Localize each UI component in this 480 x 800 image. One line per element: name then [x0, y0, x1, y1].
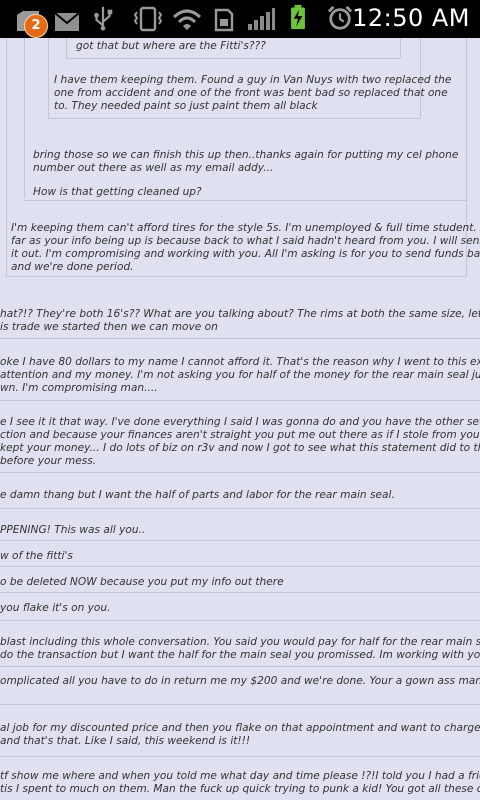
sim-icon [214, 8, 234, 32]
alarm-icon [327, 5, 353, 30]
message-divider [0, 508, 480, 509]
message-line: bring those so we can finish this up the… [33, 149, 459, 161]
message-line: I have them keeping them. Found a guy in… [54, 74, 452, 86]
message-line: before your mess. [0, 455, 97, 467]
message-3: bring those so we can finish this up the… [33, 149, 458, 175]
message-divider [0, 592, 480, 593]
quote-divider [6, 276, 466, 277]
message-divider [0, 566, 480, 567]
message-divider [0, 540, 480, 541]
message-11: w of the fitti's [0, 550, 73, 563]
message-divider [0, 756, 480, 757]
quote-divider [66, 58, 400, 59]
quote-divider [24, 200, 466, 201]
message-line: it out. I'm compromising and working wit… [11, 248, 480, 260]
message-line: is trade we started then we can move on [0, 321, 218, 333]
message-line: attention and my money. I'm not asking y… [0, 369, 480, 381]
quote-border [24, 38, 25, 198]
message-line: oke I have 80 dollars to my name I canno… [0, 356, 480, 368]
vibrate-icon [133, 6, 163, 32]
signal-icon [248, 8, 275, 30]
message-line: ction and because your finances aren't s… [0, 429, 480, 441]
message-divider [0, 704, 480, 705]
message-line: got that but where are the Fitti's??? [76, 40, 266, 52]
message-6: hat?!? They're both 16's?? What are you … [0, 308, 480, 334]
message-14: blast including this whole conversation.… [0, 636, 480, 662]
message-divider [0, 472, 480, 473]
message-divider [0, 338, 480, 339]
quote-border [400, 38, 401, 58]
usb-icon[interactable] [92, 5, 114, 31]
message-16: al job for my discounted price and then … [0, 722, 480, 748]
message-line: o be deleted NOW because you put my info… [0, 576, 284, 588]
message-15: omplicated all you have to do in return … [0, 675, 480, 688]
message-line: hat?!? They're both 16's?? What are you … [0, 308, 480, 320]
message-line: do the transaction but I want the half f… [0, 649, 480, 661]
message-10: PPENING! This was all you.. [0, 524, 145, 537]
message-line: e damn thang but I want the half of part… [0, 489, 395, 501]
message-1: got that but where are the Fitti's??? [76, 40, 266, 53]
message-line: and that's that. Like I said, this weeke… [0, 735, 251, 747]
message-divider [0, 400, 480, 401]
message-line: blast including this whole conversation.… [0, 636, 480, 648]
message-line: tf show me where and when you told me wh… [0, 770, 480, 782]
message-line: wn. I'm compromising man.... [0, 382, 158, 394]
message-line: al job for my discounted price and then … [0, 722, 480, 734]
quote-border [6, 38, 7, 276]
message-line: to. They needed paint so just paint them… [54, 100, 318, 112]
quote-divider [48, 118, 420, 119]
message-line: kept your money... I do lots of biz on r… [0, 442, 480, 454]
message-13: you flake it's on you. [0, 602, 110, 615]
gmail-icon[interactable] [54, 9, 80, 35]
message-7: oke I have 80 dollars to my name I canno… [0, 356, 480, 395]
quote-border [66, 38, 67, 58]
wifi-icon [172, 9, 202, 30]
message-line: PPENING! This was all you.. [0, 524, 146, 536]
status-time: 12:50 AM [352, 4, 470, 32]
message-divider [0, 620, 480, 621]
message-12: o be deleted NOW because you put my info… [0, 576, 284, 589]
message-2: I have them keeping them. Found a guy in… [54, 74, 451, 113]
message-5: I'm keeping them can't afford tires for … [11, 222, 480, 274]
message-line: number out there as well as my email add… [33, 162, 274, 174]
message-line: and we're done period. [11, 261, 134, 273]
battery-charging-icon [291, 4, 305, 30]
message-17: tf show me where and when you told me wh… [0, 770, 480, 796]
message-line: one from accident and one of the front w… [54, 87, 448, 99]
message-line: I'm keeping them can't afford tires for … [11, 222, 480, 234]
message-9: e damn thang but I want the half of part… [0, 489, 395, 502]
message-divider [0, 666, 480, 667]
message-line: you flake it's on you. [0, 602, 111, 614]
message-4: How is that getting cleaned up? [33, 186, 202, 199]
message-line: How is that getting cleaned up? [33, 186, 202, 198]
message-thread[interactable]: got that but where are the Fitti's??? I … [0, 38, 480, 800]
quote-border [48, 38, 49, 118]
message-line: tis I spent to much on them. Man the fuc… [0, 783, 480, 795]
message-line: e I see it it that way. I've done everyt… [0, 416, 480, 428]
message-8: e I see it it that way. I've done everyt… [0, 416, 480, 468]
message-line: omplicated all you have to do in return … [0, 675, 480, 687]
message-line: w of the fitti's [0, 550, 73, 562]
notification-count-badge: 2 [24, 14, 48, 38]
message-line: far as your info being up is because bac… [11, 235, 480, 247]
status-bar: 2 12:50 AM [0, 0, 480, 38]
